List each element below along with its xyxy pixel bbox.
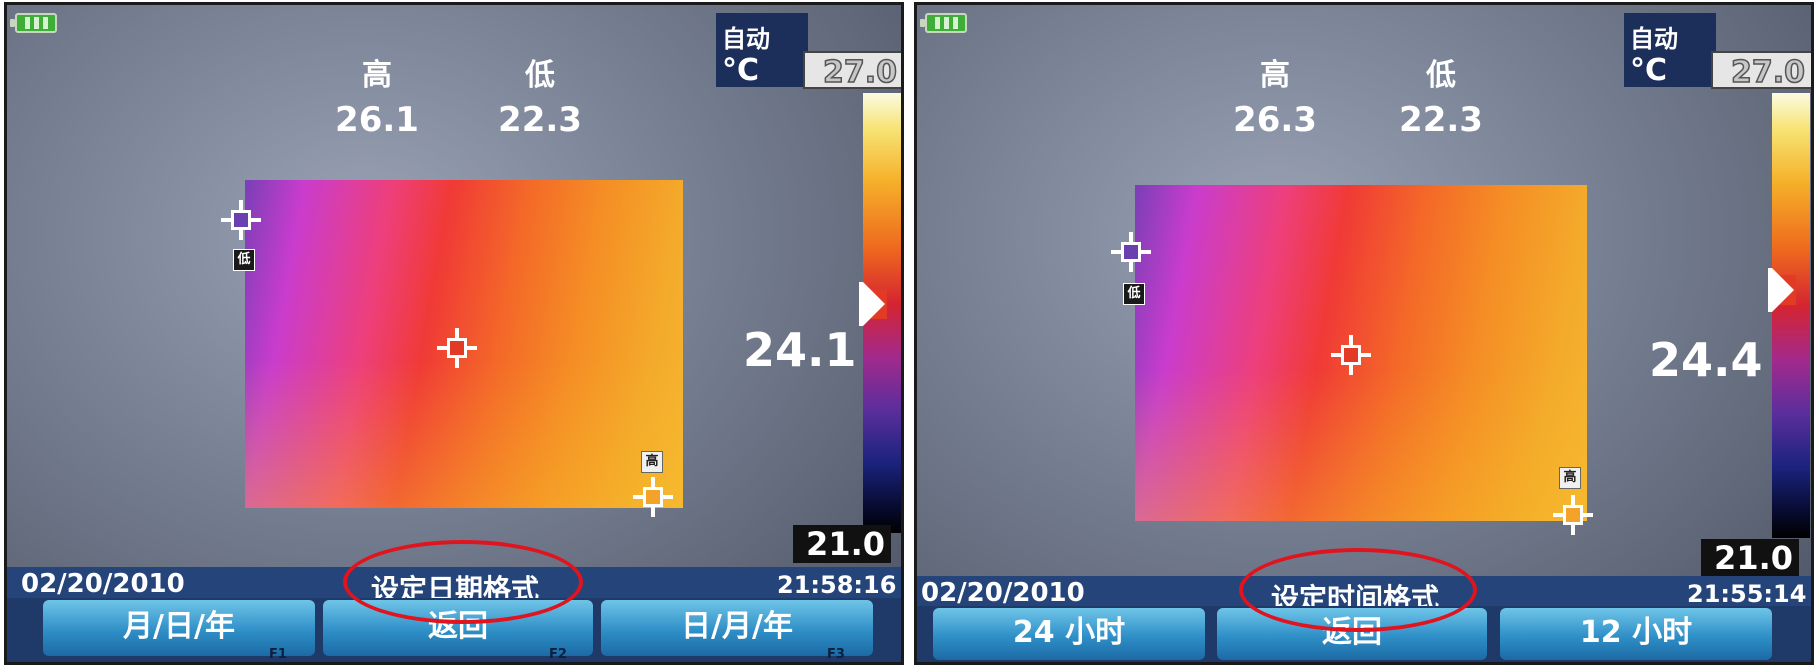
- scale-min: 21.0: [1714, 539, 1793, 577]
- low-spot-crosshair-icon: [221, 200, 261, 240]
- mode-text: 自动: [1630, 25, 1678, 53]
- camera-screen-time-format: 高 低 26.3 22.3 自动 °C 27.0 24.4 21.0 低 高 0…: [914, 2, 1814, 665]
- low-value: 22.3: [498, 100, 582, 140]
- low-spot-tag: 低: [233, 249, 255, 271]
- scale-max-box: 27.0: [803, 51, 901, 89]
- high-spot-tag: 高: [641, 451, 663, 473]
- fkey-label: F3: [827, 647, 845, 662]
- date-display: 02/20/2010: [921, 578, 1085, 608]
- mode-panel: 自动 °C: [716, 13, 808, 88]
- high-label: 高: [1260, 58, 1290, 93]
- unit-text: °C: [722, 53, 760, 88]
- high-value: 26.1: [335, 100, 419, 140]
- softkey-12-hour[interactable]: 12 小时: [1500, 608, 1772, 660]
- level-marker-icon[interactable]: [1768, 268, 1794, 312]
- scale-min-box: 21.0: [793, 525, 891, 563]
- date-display: 02/20/2010: [21, 569, 185, 599]
- camera-screen-date-format: 高 低 26.1 22.3 自动 °C 27.0 24.1 21.0 低 高 0…: [4, 2, 904, 665]
- low-value: 22.3: [1399, 100, 1483, 140]
- time-display: 21:58:16: [777, 571, 897, 599]
- high-spot-crosshair-icon: [633, 477, 673, 517]
- scale-max: 27.0: [1730, 54, 1806, 89]
- low-spot-tag: 低: [1123, 283, 1145, 305]
- fkey-label: F2: [549, 647, 567, 662]
- softkey-24-hour[interactable]: 24 小时: [933, 608, 1205, 660]
- scale-min: 21.0: [806, 525, 885, 563]
- high-value: 26.3: [1233, 100, 1317, 140]
- mode-text: 自动: [722, 25, 770, 53]
- high-label: 高: [362, 58, 392, 93]
- highlight-ellipse: [343, 540, 583, 624]
- unit-text: °C: [1630, 53, 1668, 88]
- battery-icon: [920, 13, 967, 33]
- highlight-ellipse: [1239, 548, 1477, 632]
- mode-panel: 自动 °C: [1624, 13, 1716, 88]
- center-spot-crosshair-icon: [1331, 335, 1371, 375]
- low-label: 低: [525, 58, 555, 93]
- low-spot-crosshair-icon: [1111, 232, 1151, 272]
- scale-min-box: 21.0: [1701, 539, 1799, 577]
- high-spot-tag: 高: [1559, 467, 1581, 489]
- fkey-label: F1: [269, 647, 287, 662]
- scale-max: 27.0: [822, 54, 898, 89]
- scale-max-box: 27.0: [1711, 51, 1811, 89]
- battery-icon: [10, 13, 57, 33]
- color-palette-bar: [1772, 93, 1810, 538]
- time-display: 21:55:14: [1687, 580, 1807, 608]
- level-marker-icon[interactable]: [859, 282, 885, 326]
- center-spot-crosshair-icon: [437, 328, 477, 368]
- level-value: 24.1: [743, 323, 857, 377]
- high-spot-crosshair-icon: [1553, 495, 1593, 535]
- low-label: 低: [1426, 58, 1456, 93]
- level-value: 24.4: [1649, 333, 1763, 387]
